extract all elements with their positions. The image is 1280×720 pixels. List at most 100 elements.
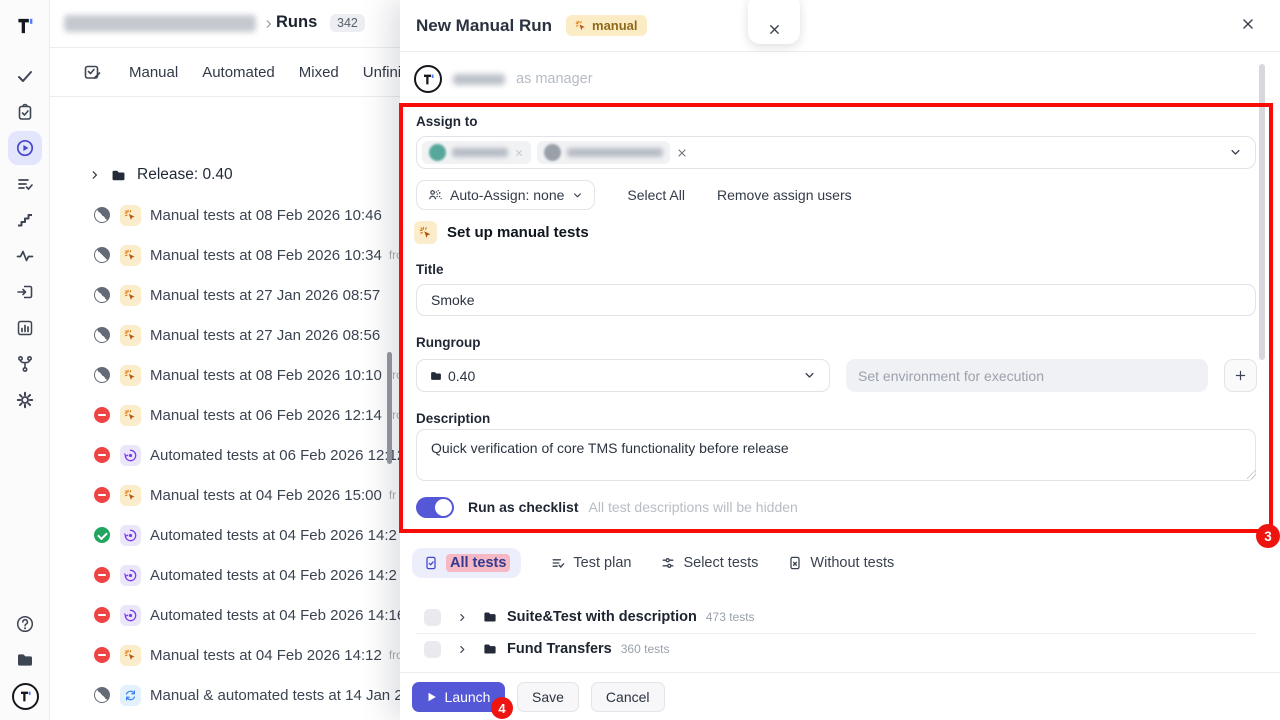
user-avatar[interactable] xyxy=(0,681,50,711)
status-failed-icon xyxy=(94,487,110,503)
close-icon[interactable] xyxy=(767,22,782,37)
suite-row[interactable]: Suite&Test with description 473 tests xyxy=(400,602,1280,632)
manager-name-blurred xyxy=(453,74,505,85)
run-list-item[interactable]: Manual tests at 04 Feb 2026 14:12 fro xyxy=(50,635,400,675)
projects-folder-icon[interactable] xyxy=(0,645,50,675)
assignee-name-blurred xyxy=(567,148,663,157)
run-title: Automated tests at 04 Feb 2026 14:2 xyxy=(150,527,397,544)
run-list-item[interactable]: Automated tests at 04 Feb 2026 14:2 xyxy=(50,555,400,595)
run-list-item[interactable]: Manual tests at 27 Jan 2026 08:57 xyxy=(50,275,400,315)
close-icon xyxy=(1240,16,1256,32)
assignee-chip[interactable] xyxy=(422,141,531,164)
nav-runs-icon[interactable] xyxy=(0,133,50,163)
tab-test-plan[interactable]: Test plan xyxy=(550,555,631,571)
help-icon[interactable] xyxy=(0,609,50,639)
modal-title: New Manual Run xyxy=(416,16,552,36)
suite-test-count: 473 tests xyxy=(706,610,755,624)
checklist-label: Run as checklist xyxy=(468,499,579,515)
tab-mixed[interactable]: Mixed xyxy=(299,64,339,81)
tab-unfinished[interactable]: Unfinished xyxy=(363,64,400,81)
environment-input[interactable] xyxy=(846,359,1208,392)
title-input[interactable] xyxy=(416,284,1256,316)
modal-scrollbar-thumb[interactable] xyxy=(1259,64,1265,360)
chevron-right-icon[interactable] xyxy=(88,168,102,182)
tab-without-tests-label: Without tests xyxy=(810,555,894,571)
auto-assign-button[interactable]: Auto-Assign: none xyxy=(416,180,595,210)
folder-icon xyxy=(482,609,498,625)
release-folder-row[interactable]: Release: 0.40 xyxy=(50,155,400,195)
run-type-badge: manual xyxy=(566,15,647,36)
nav-settings-gear-icon[interactable] xyxy=(0,385,50,415)
suite-checkbox[interactable] xyxy=(424,609,441,626)
status-failed-icon xyxy=(94,607,110,623)
run-list-item[interactable]: Automated tests at 06 Feb 2026 12:12 xyxy=(50,435,400,475)
description-textarea[interactable]: Quick verification of core TMS functiona… xyxy=(416,429,1256,481)
run-list-item[interactable]: Manual tests at 06 Feb 2026 12:14 fro xyxy=(50,395,400,435)
run-list-item[interactable]: Manual tests at 08 Feb 2026 10:46 xyxy=(50,195,400,235)
run-list-item[interactable]: Manual tests at 27 Jan 2026 08:56 xyxy=(50,315,400,355)
modal-close-button[interactable] xyxy=(1240,16,1256,32)
nav-test-plans-icon[interactable] xyxy=(0,169,50,199)
automated-run-icon xyxy=(120,445,141,466)
plus-icon xyxy=(1233,368,1248,383)
run-list-item[interactable]: Automated tests at 04 Feb 2026 14:2 xyxy=(50,515,400,555)
tab-all-tests-label: All tests xyxy=(446,554,510,572)
setup-heading-row: Set up manual tests xyxy=(414,221,589,244)
nav-milestones-icon[interactable] xyxy=(0,205,50,235)
chevron-right-icon[interactable] xyxy=(456,611,469,624)
nav-branches-icon[interactable] xyxy=(0,349,50,379)
status-failed-icon xyxy=(94,647,110,663)
panel-close-tab[interactable] xyxy=(748,0,800,44)
play-icon xyxy=(427,692,437,702)
run-list-item[interactable]: Manual tests at 08 Feb 2026 10:10 fro xyxy=(50,355,400,395)
remove-assignee-icon[interactable] xyxy=(676,147,688,159)
tab-without-tests[interactable]: Without tests xyxy=(787,555,894,571)
tab-manual[interactable]: Manual xyxy=(129,64,178,81)
setup-heading: Set up manual tests xyxy=(447,224,589,241)
chevron-down-icon[interactable] xyxy=(1228,145,1243,160)
assignee-chip[interactable] xyxy=(537,141,670,164)
remove-assignee-icon[interactable] xyxy=(514,148,524,158)
select-all-button[interactable]: Select All xyxy=(627,187,685,203)
checklist-toggle-row: Run as checklist All test descriptions w… xyxy=(416,495,798,519)
breadcrumb-runs[interactable]: Runs xyxy=(276,13,317,32)
add-environment-button[interactable] xyxy=(1224,359,1257,392)
runs-filter-tabs: Manual Automated Mixed Unfinished xyxy=(50,48,400,97)
run-list-item[interactable]: Manual tests at 04 Feb 2026 15:00 fr xyxy=(50,475,400,515)
suite-row[interactable]: Fund Transfers 360 tests xyxy=(400,634,1280,664)
suite-checkbox[interactable] xyxy=(424,641,441,658)
resize-handle[interactable] xyxy=(1247,470,1256,479)
status-in-progress-icon xyxy=(94,247,110,263)
nav-activity-icon[interactable] xyxy=(0,241,50,271)
app-logo[interactable] xyxy=(0,11,50,41)
rungroup-value: 0.40 xyxy=(448,368,475,384)
tab-select-tests[interactable]: Select tests xyxy=(660,555,758,571)
save-button[interactable]: Save xyxy=(517,682,579,712)
runs-panel: Runs 342 Manual Automated Mixed Unfinish… xyxy=(50,0,400,720)
project-name-blurred[interactable] xyxy=(64,15,256,32)
list-scrollbar-thumb[interactable] xyxy=(387,352,392,464)
run-list-item[interactable]: Manual & automated tests at 14 Jan 2 xyxy=(50,675,400,715)
status-failed-icon xyxy=(94,567,110,583)
nav-checks-icon[interactable] xyxy=(0,61,50,91)
nav-import-icon[interactable] xyxy=(0,277,50,307)
cancel-button[interactable]: Cancel xyxy=(591,682,665,712)
automated-run-icon xyxy=(120,525,141,546)
tab-all-tests[interactable]: All tests xyxy=(412,548,521,578)
run-list-item[interactable]: Automated tests at 04 Feb 2026 14:16 xyxy=(50,595,400,635)
suite-name: Fund Transfers xyxy=(507,641,612,657)
sliders-icon xyxy=(660,555,676,571)
run-title: Automated tests at 04 Feb 2026 14:16 xyxy=(150,607,400,624)
nav-analytics-icon[interactable] xyxy=(0,313,50,343)
runs-board-icon[interactable] xyxy=(82,62,102,82)
run-list-item[interactable]: Manual tests at 08 Feb 2026 10:34 fro xyxy=(50,235,400,275)
avatar-t-logo-icon xyxy=(12,683,39,710)
tab-automated[interactable]: Automated xyxy=(202,64,275,81)
rungroup-select[interactable]: 0.40 xyxy=(416,359,830,392)
run-as-checklist-toggle[interactable] xyxy=(416,497,454,518)
run-title: Manual & automated tests at 14 Jan 2 xyxy=(150,687,400,704)
assignees-select[interactable] xyxy=(416,136,1256,169)
chevron-right-icon[interactable] xyxy=(456,643,469,656)
remove-assign-users-button[interactable]: Remove assign users xyxy=(717,187,852,203)
nav-test-cases-icon[interactable] xyxy=(0,97,50,127)
